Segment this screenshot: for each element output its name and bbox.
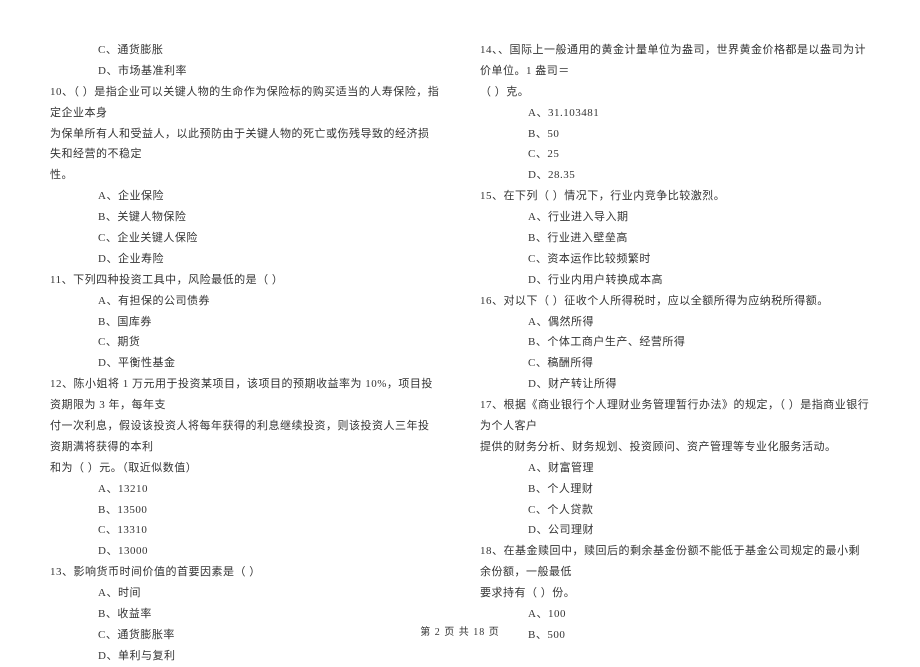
q13-text: 13、影响货币时间价值的首要因素是（ ） — [50, 562, 440, 583]
q16-option-b: B、个体工商户生产、经营所得 — [480, 332, 870, 353]
q14-text: 14、、国际上一般通用的黄金计量单位为盎司，世界黄金价格都是以盎司为计价单位。1… — [480, 40, 870, 82]
document-page: C、通货膨胀 D、市场基准利率 10、（ ）是指企业可以关键人物的生命作为保险标… — [0, 0, 920, 650]
q16-option-c: C、稿酬所得 — [480, 353, 870, 374]
q11-option-a: A、有担保的公司债券 — [50, 291, 440, 312]
q13-option-a: A、时间 — [50, 583, 440, 604]
q12-option-b: B、13500 — [50, 500, 440, 521]
q14-option-b: B、50 — [480, 124, 870, 145]
q10-text: 10、（ ）是指企业可以关键人物的生命作为保险标的购买适当的人寿保险，指定企业本… — [50, 82, 440, 124]
q15-option-a: A、行业进入导入期 — [480, 207, 870, 228]
q17-cont1: 提供的财务分析、财务规划、投资顾问、资产管理等专业化服务活动。 — [480, 437, 870, 458]
q17-text: 17、根据《商业银行个人理财业务管理暂行办法》的规定，（ ）是指商业银行为个人客… — [480, 395, 870, 437]
q13-option-b: B、收益率 — [50, 604, 440, 625]
q15-option-c: C、资本运作比较频繁时 — [480, 249, 870, 270]
q13-option-d: D、单利与复利 — [50, 646, 440, 667]
q11-option-b: B、国库券 — [50, 312, 440, 333]
q12-option-d: D、13000 — [50, 541, 440, 562]
q12-text: 12、陈小姐将 1 万元用于投资某项目，该项目的预期收益率为 10%，项目投资期… — [50, 374, 440, 416]
q10-option-c: C、企业关键人保险 — [50, 228, 440, 249]
q10-option-d: D、企业寿险 — [50, 249, 440, 270]
q10-option-a: A、企业保险 — [50, 186, 440, 207]
q18-text: 18、在基金赎回中，赎回后的剩余基金份额不能低于基金公司规定的最小剩余份额，一般… — [480, 541, 870, 583]
q18-option-a: A、100 — [480, 604, 870, 625]
q14-option-c: C、25 — [480, 144, 870, 165]
q11-text: 11、下列四种投资工具中，风险最低的是（ ） — [50, 270, 440, 291]
q15-option-b: B、行业进入壁垒高 — [480, 228, 870, 249]
q12-option-c: C、13310 — [50, 520, 440, 541]
q11-option-c: C、期货 — [50, 332, 440, 353]
q10-option-b: B、关键人物保险 — [50, 207, 440, 228]
page-footer: 第 2 页 共 18 页 — [0, 623, 920, 638]
q17-option-a: A、财富管理 — [480, 458, 870, 479]
q14-option-d: D、28.35 — [480, 165, 870, 186]
q15-option-d: D、行业内用户转换成本高 — [480, 270, 870, 291]
q14-option-a: A、31.103481 — [480, 103, 870, 124]
q9-option-d: D、市场基准利率 — [50, 61, 440, 82]
q12-cont1: 付一次利息，假设该投资人将每年获得的利息继续投资，则该投资人三年投资期满将获得的… — [50, 416, 440, 458]
q17-option-b: B、个人理财 — [480, 479, 870, 500]
q18-cont1: 要求持有（ ）份。 — [480, 583, 870, 604]
q15-text: 15、在下列（ ）情况下，行业内竞争比较激烈。 — [480, 186, 870, 207]
q12-option-a: A、13210 — [50, 479, 440, 500]
left-column: C、通货膨胀 D、市场基准利率 10、（ ）是指企业可以关键人物的生命作为保险标… — [50, 40, 470, 620]
q11-option-d: D、平衡性基金 — [50, 353, 440, 374]
q10-cont1: 为保单所有人和受益人，以此预防由于关键人物的死亡或伤残导致的经济损失和经营的不稳… — [50, 124, 440, 166]
q16-option-d: D、财产转让所得 — [480, 374, 870, 395]
q12-cont2: 和为（ ）元。（取近似数值） — [50, 458, 440, 479]
q10-cont2: 性。 — [50, 165, 440, 186]
q9-option-c: C、通货膨胀 — [50, 40, 440, 61]
q16-text: 16、对以下（ ）征收个人所得税时，应以全额所得为应纳税所得额。 — [480, 291, 870, 312]
q16-option-a: A、偶然所得 — [480, 312, 870, 333]
q17-option-c: C、个人贷款 — [480, 500, 870, 521]
right-column: 14、、国际上一般通用的黄金计量单位为盎司，世界黄金价格都是以盎司为计价单位。1… — [470, 40, 870, 620]
q17-option-d: D、公司理财 — [480, 520, 870, 541]
q14-cont1: （ ）克。 — [480, 82, 870, 103]
